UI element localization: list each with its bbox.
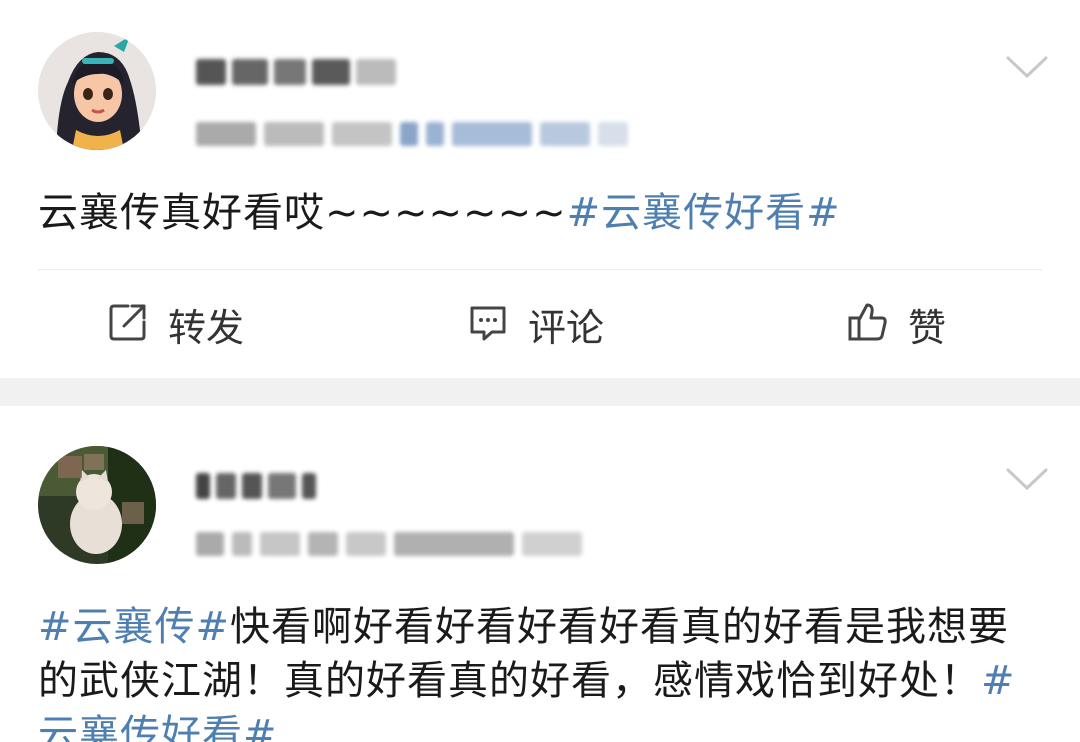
like-button[interactable]: 赞 <box>846 298 946 350</box>
comment-icon <box>466 300 510 348</box>
post-content: 云襄传真好看哎~~~~~~~#云襄传好看# <box>38 186 1050 240</box>
post-meta-blurred <box>196 116 628 152</box>
post-meta-blurred <box>196 526 582 562</box>
post-content: #云襄传#快看啊好看好看好看好看真的好看是我想要的武侠江湖！真的好看真的好看，感… <box>38 600 1050 742</box>
action-bar: 转发 评论 赞 <box>0 270 1080 378</box>
username-blurred[interactable] <box>196 466 316 506</box>
chevron-down-icon[interactable] <box>1004 52 1050 82</box>
hashtag-link[interactable]: #云襄传好看# <box>567 190 841 236</box>
repost-icon <box>106 300 150 348</box>
weibo-post-2: #云襄传#快看啊好看好看好看好看真的好看是我想要的武侠江湖！真的好看真的好看，感… <box>0 406 1080 742</box>
chevron-down-icon[interactable] <box>1004 464 1050 494</box>
username-blurred[interactable] <box>196 52 396 92</box>
hashtag-link[interactable]: #云襄传# <box>38 604 230 650</box>
avatar[interactable] <box>38 446 156 564</box>
avatar[interactable] <box>38 32 156 150</box>
thumbs-up-icon <box>846 300 890 348</box>
weibo-post-1: 云襄传真好看哎~~~~~~~#云襄传好看# 转发 评论 赞 <box>0 0 1080 378</box>
repost-label: 转发 <box>168 305 245 350</box>
comment-label: 评论 <box>528 305 605 350</box>
post-text: 云襄传真好看哎~~~~~~~ <box>38 190 567 236</box>
like-label: 赞 <box>908 305 947 350</box>
repost-button[interactable]: 转发 <box>106 298 244 350</box>
post-separator <box>0 378 1080 406</box>
comment-button[interactable]: 评论 <box>466 298 604 350</box>
